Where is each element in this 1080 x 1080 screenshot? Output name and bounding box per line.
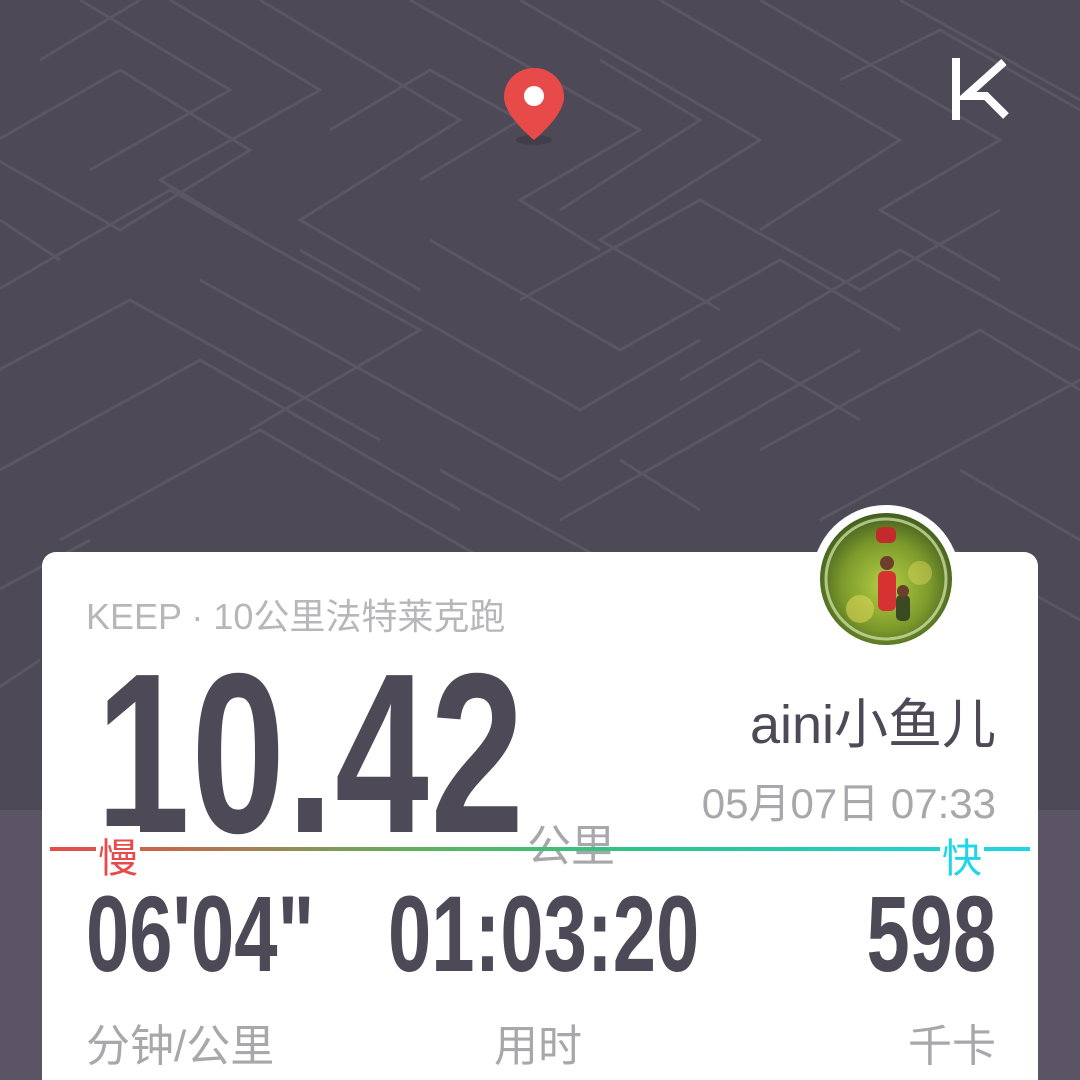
pace-value: 06'04" — [86, 873, 315, 994]
duration-value: 01:03:20 — [388, 873, 700, 994]
calories-value: 598 — [866, 873, 996, 994]
duration-label: 用时 — [494, 1022, 582, 1071]
distance-unit: 公里 — [527, 822, 615, 871]
username[interactable]: aini小鱼儿 — [750, 680, 996, 759]
distance-value: 10.42 — [96, 627, 526, 881]
avatar[interactable] — [820, 513, 952, 645]
calories-label: 千卡 — [908, 1022, 996, 1071]
pace-label: 分钟/公里 — [86, 1022, 275, 1071]
run-datetime: 05月07日 07:33 — [701, 780, 996, 827]
share-screen: KEEP · 10公里法特莱克跑 10.42 公里 aini小鱼儿 05月07日… — [0, 0, 1080, 1080]
pace-gradient-bar — [50, 847, 1030, 851]
location-pin-icon — [498, 64, 570, 148]
keep-logo-icon — [950, 58, 1012, 120]
